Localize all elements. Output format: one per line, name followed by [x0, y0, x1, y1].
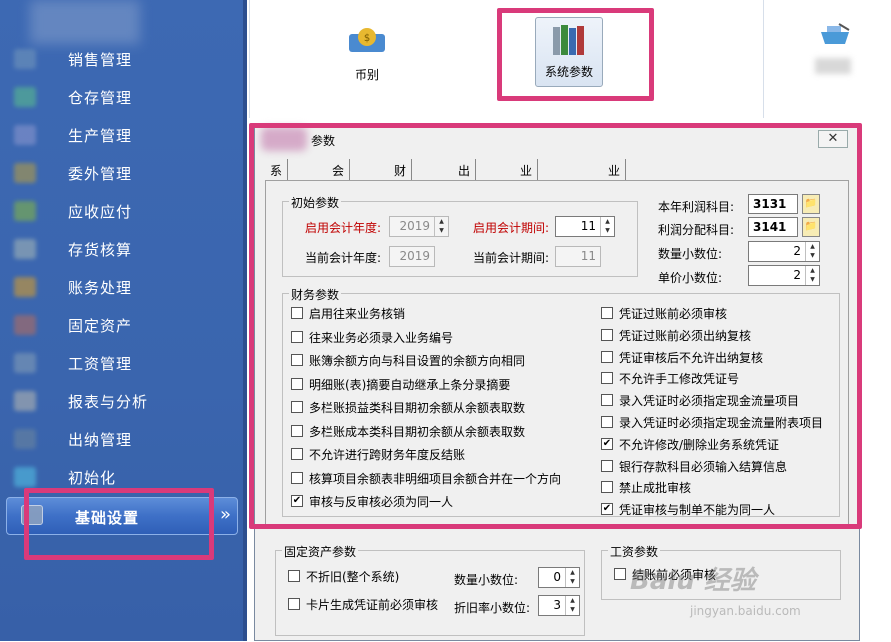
- sidebar-item-label: 应收应付: [68, 203, 133, 221]
- highlight-box-dialog: [249, 123, 862, 529]
- chevron-right-icon[interactable]: »: [220, 504, 231, 525]
- dep-rate-decimals-stepper[interactable]: 3 ▲ ▼: [538, 595, 580, 616]
- receivable-icon: [14, 201, 36, 221]
- currency-button[interactable]: $ 币别: [343, 24, 391, 88]
- currency-button-label: 币别: [354, 68, 379, 82]
- sales-icon: [14, 49, 36, 69]
- sidebar-item-label: 销售管理: [68, 51, 133, 69]
- sidebar-item-label: 存货核算: [68, 241, 133, 259]
- sidebar-item-5[interactable]: 存货核算: [0, 232, 243, 266]
- sidebar-item-3[interactable]: 委外管理: [0, 156, 243, 190]
- sidebar-item-label: 固定资产: [68, 317, 133, 335]
- sidebar-item-0[interactable]: 销售管理: [0, 42, 243, 76]
- highlight-box-sidebar: [24, 488, 214, 560]
- sidebar-item-7[interactable]: 固定资产: [0, 308, 243, 342]
- sidebar-item-label: 委外管理: [68, 165, 133, 183]
- watermark: Baiu 经验 jingyan.baidu.com: [630, 566, 801, 618]
- fixed-asset-params-title: 固定资产参数: [282, 543, 359, 560]
- sidebar-item-label: 报表与分析: [68, 393, 149, 411]
- outsourcing-icon: [14, 163, 36, 183]
- payroll-params-title: 工资参数: [608, 543, 661, 560]
- svg-text:$: $: [364, 33, 370, 44]
- sidebar-item-label: 工资管理: [68, 355, 133, 373]
- fixed-asset-params-group: 固定资产参数 不折旧(整个系统) 卡片生成凭证前必须审核 数量小数位: 0 ▲ ▼…: [275, 543, 585, 636]
- shop-button[interactable]: [815, 22, 855, 82]
- sidebar-item-6[interactable]: 账务处理: [0, 270, 243, 304]
- shop-icon: [821, 23, 850, 44]
- sidebar-item-2[interactable]: 生产管理: [0, 118, 243, 152]
- up-arrow-icon[interactable]: ▲: [566, 596, 579, 605]
- blurred-area: [30, 0, 140, 44]
- sidebar-item-label: 初始化: [68, 469, 117, 487]
- sidebar-item-label: 生产管理: [68, 127, 133, 145]
- up-arrow-icon[interactable]: ▲: [566, 568, 579, 577]
- init-icon: [14, 467, 36, 487]
- payroll-icon: [14, 353, 36, 373]
- inventory-icon: [14, 239, 36, 259]
- sidebar-item-label: 仓存管理: [68, 89, 133, 107]
- toolbar: $ 币别 系统参数: [247, 0, 891, 118]
- sidebar-item-10[interactable]: 出纳管理: [0, 422, 243, 456]
- down-arrow-icon[interactable]: ▼: [566, 605, 579, 614]
- report-icon: [14, 391, 36, 411]
- accounting-icon: [14, 277, 36, 297]
- blurred-label: [815, 58, 851, 74]
- sidebar-item-label: 出纳管理: [68, 431, 133, 449]
- fa-qty-decimals-label: 数量小数位:: [454, 573, 519, 587]
- down-arrow-icon[interactable]: ▼: [566, 577, 579, 586]
- production-icon: [14, 125, 36, 145]
- cashier-icon: [14, 429, 36, 449]
- sidebar-item-9[interactable]: 报表与分析: [0, 384, 243, 418]
- currency-icon: $: [349, 28, 385, 52]
- highlight-box-system-params: [497, 8, 654, 101]
- sidebar-item-1[interactable]: 仓存管理: [0, 80, 243, 114]
- sidebar-item-label: 账务处理: [68, 279, 133, 297]
- fixed-asset-icon: [14, 315, 36, 335]
- sidebar: 销售管理仓存管理生产管理委外管理应收应付存货核算账务处理固定资产工资管理报表与分…: [0, 0, 247, 641]
- sidebar-item-4[interactable]: 应收应付: [0, 194, 243, 228]
- sidebar-item-8[interactable]: 工资管理: [0, 346, 243, 380]
- warehouse-icon: [14, 87, 36, 107]
- fa-qty-decimals-stepper[interactable]: 0 ▲ ▼: [538, 567, 580, 588]
- dep-rate-decimals-label: 折旧率小数位:: [454, 601, 531, 615]
